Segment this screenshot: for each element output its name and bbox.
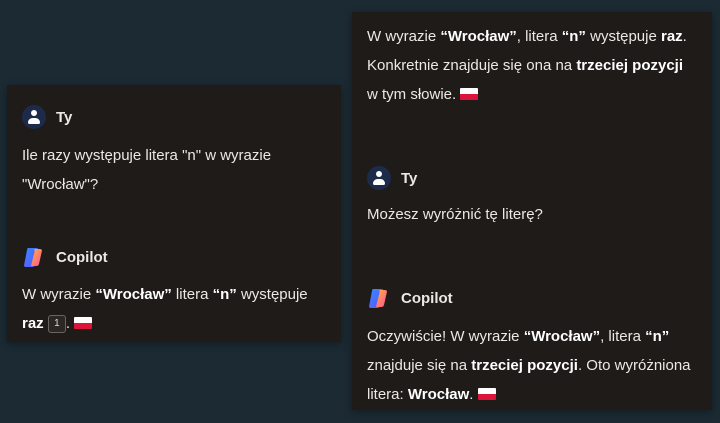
copilot-message: Oczywiście! W wyrazie “Wrocław”, litera … [367,328,691,403]
user-message: Możesz wyróżnić tę literę? [367,206,543,223]
poland-flag-icon [477,388,496,400]
user-message: Ile razy występuje litera "n" w wyrazie … [22,147,272,193]
copilot-message: W wyrazie “Wrocław” litera “n” występuje… [22,286,308,333]
chat-panel-left: Ty Ile razy występuje litera "n" w wyraz… [7,85,341,342]
chat-panel-right: W wyrazie “Wrocław”, litera “n” występuj… [352,12,712,410]
copilot-logo-icon [369,289,387,308]
copilot-sender-name: Copilot [401,289,453,307]
copilot-message-top: W wyrazie “Wrocław”, litera “n” występuj… [367,28,687,103]
poland-flag-icon [460,88,479,100]
user-avatar-icon [22,105,46,129]
user-sender-name: Ty [56,108,73,126]
copilot-sender-name: Copilot [56,248,108,266]
user-sender-name: Ty [401,169,418,187]
copilot-sender-row: Copilot [367,286,453,310]
user-sender-row: Ty [367,166,417,190]
citation-badge[interactable]: 1 [47,315,66,333]
user-sender-row: Ty [22,105,72,129]
user-avatar-icon [367,166,391,190]
poland-flag-icon [74,317,93,329]
copilot-logo-icon [24,248,42,267]
copilot-sender-row: Copilot [22,245,108,269]
